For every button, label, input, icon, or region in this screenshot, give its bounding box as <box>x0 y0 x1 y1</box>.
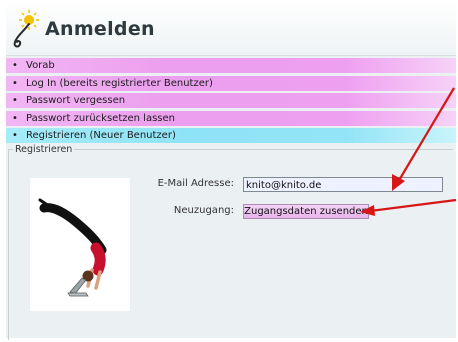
menu-item-label: Registrieren (Neuer Benutzer) <box>26 130 176 141</box>
swirl-logo-icon <box>13 10 39 48</box>
page-title: Anmelden <box>45 18 155 40</box>
menu-item-label: Log In (bereits registrierter Benutzer) <box>26 77 213 89</box>
menu: • Vorab • Log In (bereits registrierter Be… <box>6 58 456 146</box>
bullet: • <box>12 95 18 106</box>
bullet: • <box>12 112 18 124</box>
menu-item-register[interactable]: • Registrieren (Neuer Benutzer) <box>6 128 456 143</box>
menu-item-label: Vorab <box>26 60 55 71</box>
register-legend: Registrieren <box>15 144 73 155</box>
email-label: E-Mail Adresse: <box>157 178 234 189</box>
menu-item-login[interactable]: • Log In (bereits registrierter Benutzer) <box>6 75 456 91</box>
menu-item-password-reset[interactable]: • Passwort zurücksetzen lassen <box>6 110 456 126</box>
menu-item-password-forgot[interactable]: • Passwort vergessen <box>6 93 456 108</box>
menu-item-label: Passwort vergessen <box>26 95 126 106</box>
bullet: • <box>12 60 18 71</box>
acrobat-laptop-image <box>30 178 130 311</box>
bullet: • <box>12 77 18 89</box>
acrobat-figure <box>38 198 107 297</box>
newaccess-label: Neuzugang: <box>173 205 234 216</box>
page-header: Anmelden <box>6 0 456 56</box>
email-field[interactable]: knito@knito.de <box>243 177 443 192</box>
menu-item-vorab[interactable]: • Vorab <box>6 58 456 73</box>
bullet: • <box>12 130 18 141</box>
menu-item-label: Passwort zurücksetzen lassen <box>26 112 175 124</box>
send-credentials-button[interactable]: Zugangsdaten zusenden <box>243 204 369 219</box>
